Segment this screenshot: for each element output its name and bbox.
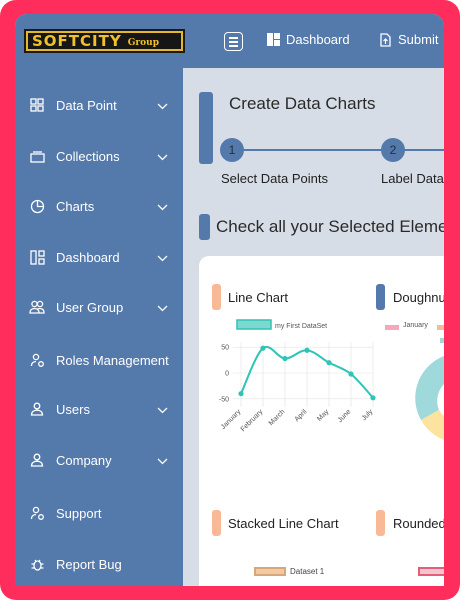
sidebar-item-report-bug[interactable]: Report Bug xyxy=(15,549,183,579)
sidebar-item-label: Charts xyxy=(56,198,95,214)
sidebar-item-user-group[interactable]: User Group xyxy=(15,292,183,322)
sidebar-item-users[interactable]: Users xyxy=(15,394,183,424)
sidebar-item-support[interactable]: Support xyxy=(15,498,183,528)
sidebar-item-roles-management[interactable]: Roles Management xyxy=(15,345,183,375)
data-point xyxy=(370,395,376,401)
doughnut-chart-title: Doughnut Chart xyxy=(393,290,444,305)
grid-icon xyxy=(29,97,45,113)
x-tick-label: July xyxy=(361,408,375,422)
x-tick-label: March xyxy=(268,408,287,427)
dashboard-icon xyxy=(29,249,45,265)
step-1-circle[interactable]: 1 xyxy=(220,138,244,162)
x-tick-label: May xyxy=(316,408,331,423)
sidebar-item-collections[interactable]: Collections xyxy=(15,141,183,171)
x-tick-label: June xyxy=(337,408,353,424)
stacked-line-chart-title: Stacked Line Chart xyxy=(228,516,339,531)
sidebar-item-label: Users xyxy=(56,401,90,417)
chevron-down-icon xyxy=(157,453,168,468)
data-point xyxy=(282,355,288,362)
chevron-down-icon xyxy=(157,300,168,315)
folder-stack-icon xyxy=(29,148,45,164)
rounded-bar-legend-swatch xyxy=(418,567,444,576)
section-accent-bar xyxy=(199,214,210,240)
doughnut-legend-swatch xyxy=(385,325,399,330)
step-2-circle[interactable]: 2 xyxy=(381,138,405,162)
app-screen: SOFTCITY Group Dashboard Submit Data Poi… xyxy=(15,14,444,586)
sidebar-item-label: Support xyxy=(56,505,102,521)
chevron-down-icon xyxy=(157,149,168,164)
sidebar-item-company[interactable]: Company xyxy=(15,445,183,475)
card-accent xyxy=(212,510,221,536)
stacked-legend-label: Dataset 1 xyxy=(290,567,325,576)
stepper-line xyxy=(221,149,444,151)
sidebar-item-charts[interactable]: Charts xyxy=(15,191,183,221)
sidebar-item-label: Collections xyxy=(56,148,120,164)
pie-chart-icon xyxy=(29,198,45,214)
chevron-down-icon xyxy=(157,250,168,265)
charts-panel: Line Chart my First DataSet 50 0 -50 January… xyxy=(199,256,444,586)
card-accent xyxy=(376,510,385,536)
doughnut-legend-swatch xyxy=(440,338,444,343)
sidebar-item-label: Roles Management xyxy=(56,352,169,368)
card-accent xyxy=(376,284,385,310)
topbar-dashboard-link[interactable]: Dashboard xyxy=(267,32,350,47)
doughnut-chart[interactable] xyxy=(409,348,444,448)
bug-icon xyxy=(29,556,45,572)
topbar-submit-link[interactable]: Submit xyxy=(379,32,438,47)
sidebar-item-label: Data Point xyxy=(56,97,117,113)
user-icon xyxy=(29,401,45,417)
sidebar-item-label: Report Bug xyxy=(56,556,122,572)
user-group-icon xyxy=(29,299,45,315)
card-accent xyxy=(212,284,221,310)
step-2-label: Label Data xyxy=(381,171,444,186)
logo-subtext: Group xyxy=(127,37,159,48)
company-user-icon xyxy=(29,452,45,468)
y-tick-label: 50 xyxy=(221,345,229,352)
sidebar-item-label: Dashboard xyxy=(56,249,120,265)
sidebar-item-label: User Group xyxy=(56,299,124,315)
doughnut-legend-label: January xyxy=(403,322,428,329)
logo-text: SOFTCITY xyxy=(32,32,122,50)
main-content: Create Data Charts 1 2 Select Data Point… xyxy=(183,68,444,586)
topbar-dashboard-label: Dashboard xyxy=(286,32,350,47)
user-gear-icon xyxy=(29,352,45,368)
x-tick-label: April xyxy=(294,408,309,423)
chevron-down-icon xyxy=(157,98,168,113)
sidebar-item-dashboard[interactable]: Dashboard xyxy=(15,242,183,272)
data-point xyxy=(348,371,354,377)
step-1-label: Select Data Points xyxy=(221,171,328,186)
sidebar: Data Point Collections Charts Dashboard … xyxy=(15,68,183,586)
page-title: Create Data Charts xyxy=(229,94,376,113)
sidebar-item-label: Company xyxy=(56,452,112,468)
section-title: Check all your Selected Elements xyxy=(216,217,444,236)
topbar-submit-label: Submit xyxy=(398,32,439,47)
line-chart[interactable]: my First DataSet500-50JanuaryFebruary Mar… xyxy=(207,316,377,451)
section-accent-bar xyxy=(199,92,213,164)
support-user-icon xyxy=(29,505,45,521)
dashboard-icon xyxy=(267,33,280,46)
doughnut-legend-swatch xyxy=(437,325,444,330)
sidebar-item-data-point[interactable]: Data Point xyxy=(15,90,183,120)
chevron-down-icon xyxy=(157,402,168,417)
legend-swatch xyxy=(236,319,272,330)
data-point xyxy=(304,347,310,353)
data-point xyxy=(260,345,266,351)
y-tick-label: 0 xyxy=(225,371,229,378)
y-tick-label: -50 xyxy=(219,396,229,403)
data-point xyxy=(238,391,244,397)
line-chart-title: Line Chart xyxy=(228,290,288,305)
data-point xyxy=(326,360,332,366)
rounded-bar-chart-title: Rounded Bar Chart xyxy=(393,516,444,531)
hamburger-icon[interactable] xyxy=(224,32,243,51)
logo[interactable]: SOFTCITY Group xyxy=(24,29,185,53)
x-tick-label: February xyxy=(240,408,265,433)
upload-file-icon xyxy=(380,32,391,47)
top-bar: SOFTCITY Group Dashboard Submit xyxy=(15,14,444,68)
chevron-down-icon xyxy=(157,199,168,214)
legend-label: my First DataSet xyxy=(275,323,327,330)
stacked-legend-swatch xyxy=(254,567,286,576)
